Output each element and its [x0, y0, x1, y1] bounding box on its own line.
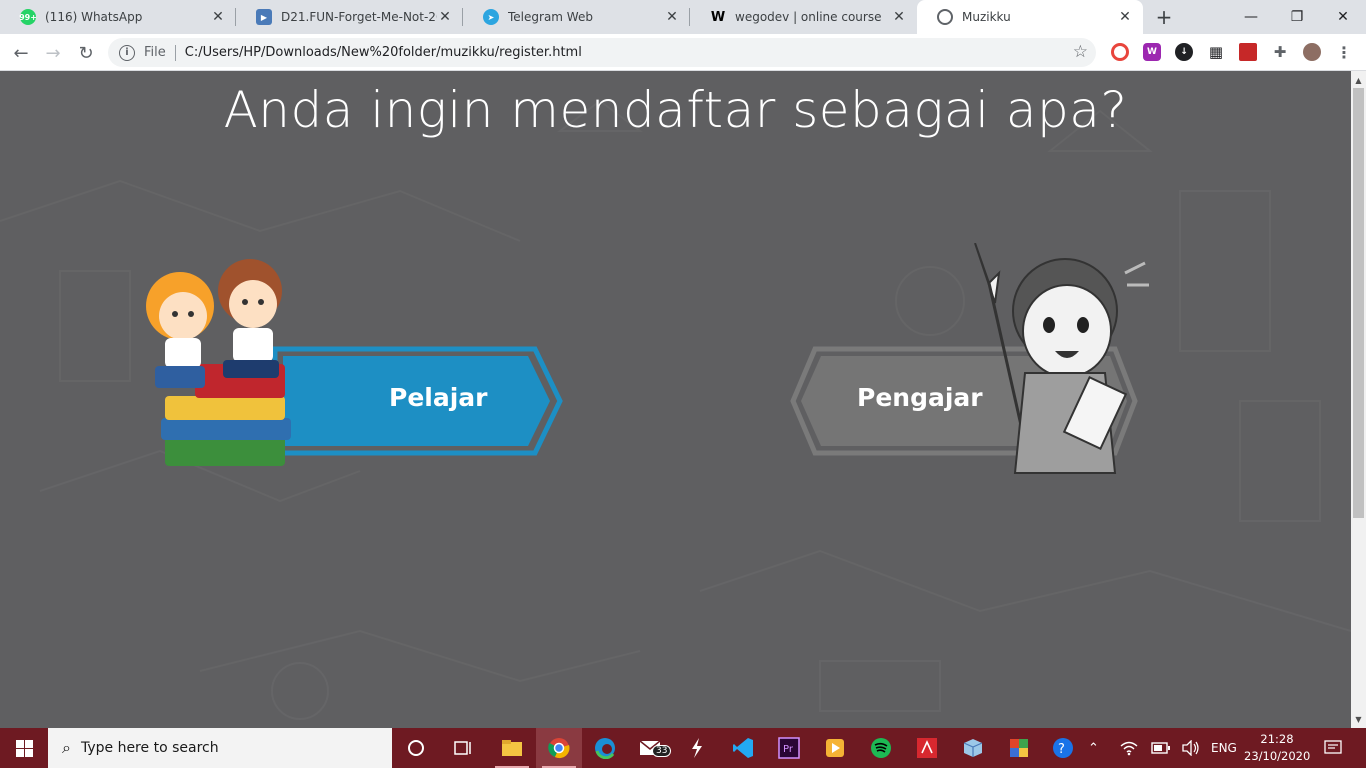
- role-label-pengajar: Pengajar: [857, 383, 983, 412]
- url-text[interactable]: C:/Users/HP/Downloads/New%20folder/muzik…: [185, 45, 582, 60]
- windows-logo-icon: [15, 739, 33, 757]
- role-label-pelajar: Pelajar: [389, 383, 488, 412]
- back-button[interactable]: ←: [7, 39, 35, 67]
- minimize-button[interactable]: —: [1228, 0, 1274, 34]
- mail-icon[interactable]: 33: [628, 728, 674, 768]
- address-bar[interactable]: i File C:/Users/HP/Downloads/New%20folde…: [108, 38, 1096, 67]
- tab-title: wegodev | online course: [735, 10, 882, 24]
- puzzle-extensions-icon[interactable]: ✚: [1271, 43, 1289, 61]
- reload-button[interactable]: ↻: [72, 39, 100, 67]
- task-view-icon[interactable]: [440, 728, 486, 768]
- acrobat-icon[interactable]: [904, 728, 950, 768]
- tab-title: Muzikku: [962, 10, 1011, 24]
- scroll-down-icon[interactable]: ▼: [1351, 712, 1366, 726]
- close-icon[interactable]: ✕: [210, 9, 226, 25]
- red-extension-icon[interactable]: [1239, 43, 1257, 61]
- chrome-menu-icon[interactable]: ⋮: [1335, 43, 1353, 62]
- close-icon[interactable]: ✕: [1117, 9, 1133, 25]
- bookmark-star-icon[interactable]: ☆: [1073, 42, 1088, 62]
- battery-icon[interactable]: [1151, 728, 1171, 768]
- browser-tab-strip: 99+ (116) WhatsApp ✕ ▶ D21.FUN-Forget-Me…: [0, 0, 1366, 34]
- taskbar-clock[interactable]: 21:28 23/10/2020: [1244, 731, 1310, 765]
- tab-title: (116) WhatsApp: [45, 10, 143, 24]
- vscode-icon[interactable]: [720, 728, 766, 768]
- scrollbar-thumb[interactable]: [1353, 88, 1364, 518]
- restore-button[interactable]: ❐: [1274, 0, 1320, 34]
- mail-badge: 33: [652, 745, 672, 757]
- search-placeholder: Type here to search: [80, 740, 219, 756]
- teacher-illustration: [974, 243, 1149, 474]
- windows-taskbar: ⌕ Type here to search 33 Pr ? ⌃ ENG 21:2…: [0, 728, 1366, 768]
- start-button[interactable]: [0, 728, 48, 768]
- browser-toolbar: ← → ↻ i File C:/Users/HP/Downloads/New%2…: [0, 34, 1366, 71]
- w-logo-icon: W: [710, 9, 726, 25]
- close-icon[interactable]: ✕: [664, 9, 680, 25]
- students-on-books-illustration: [146, 259, 291, 466]
- register-page: Anda ingin mendaftar sebagai apa? Pelaja…: [0, 71, 1351, 728]
- close-window-button[interactable]: ✕: [1320, 0, 1366, 34]
- purple-extension-icon[interactable]: W: [1143, 43, 1161, 61]
- help-icon[interactable]: ?: [1052, 728, 1074, 768]
- cortana-icon[interactable]: [393, 728, 439, 768]
- tab-title: D21.FUN-Forget-Me-Not-2015: [281, 10, 437, 24]
- divider: [174, 44, 176, 61]
- close-icon[interactable]: ✕: [891, 9, 907, 25]
- tab-title: Telegram Web: [508, 10, 593, 24]
- chrome-icon[interactable]: [536, 728, 582, 768]
- volume-icon[interactable]: [1181, 728, 1201, 768]
- edge-icon[interactable]: [582, 728, 628, 768]
- forward-button[interactable]: →: [39, 39, 67, 67]
- svg-text:Pr: Pr: [783, 744, 794, 755]
- info-icon[interactable]: i: [119, 44, 135, 61]
- file-explorer-icon[interactable]: [489, 728, 535, 768]
- spotify-icon[interactable]: [858, 728, 904, 768]
- show-hidden-icons[interactable]: ⌃: [1088, 728, 1099, 768]
- globe-icon: [937, 9, 953, 25]
- language-indicator[interactable]: ENG: [1211, 728, 1237, 768]
- box-app-icon[interactable]: [950, 728, 996, 768]
- taskbar-search[interactable]: ⌕ Type here to search: [48, 728, 392, 768]
- role-button-pelajar[interactable]: Pelajar: [125, 246, 570, 481]
- close-icon[interactable]: ✕: [437, 9, 453, 25]
- role-button-pengajar[interactable]: Pengajar: [785, 243, 1165, 483]
- video-icon: ▶: [256, 9, 272, 25]
- svg-text:?: ?: [1058, 742, 1065, 757]
- tab-whatsapp[interactable]: 99+ (116) WhatsApp ✕: [0, 0, 236, 34]
- tab-video[interactable]: ▶ D21.FUN-Forget-Me-Not-2015 ✕: [236, 0, 463, 34]
- record-extension-icon[interactable]: [1111, 43, 1129, 61]
- winrar-icon[interactable]: [996, 728, 1042, 768]
- page-title: Anda ingin mendaftar sebagai apa?: [223, 81, 1128, 139]
- tab-muzikku[interactable]: Muzikku ✕: [917, 0, 1143, 34]
- premiere-icon[interactable]: Pr: [766, 728, 812, 768]
- clock-date: 23/10/2020: [1244, 749, 1311, 763]
- profile-avatar-icon[interactable]: [1303, 43, 1321, 61]
- whatsapp-icon: 99+: [19, 9, 37, 25]
- notification-center-icon[interactable]: [1323, 728, 1343, 768]
- scheme-label: File: [144, 45, 166, 60]
- wifi-icon[interactable]: [1120, 728, 1138, 768]
- telegram-icon: ➤: [483, 9, 499, 25]
- search-icon: ⌕: [62, 738, 71, 757]
- unknown-app-icon[interactable]: [674, 728, 720, 768]
- media-player-icon[interactable]: [812, 728, 858, 768]
- new-tab-button[interactable]: +: [1152, 5, 1176, 29]
- grid-extension-icon[interactable]: ▦: [1207, 43, 1225, 61]
- clock-time: 21:28: [1260, 732, 1294, 746]
- scroll-up-icon[interactable]: ▲: [1351, 73, 1366, 87]
- download-extension-icon[interactable]: ↓: [1175, 43, 1193, 61]
- tab-wegodev[interactable]: W wegodev | online course ✕: [690, 0, 917, 34]
- tab-telegram[interactable]: ➤ Telegram Web ✕: [463, 0, 690, 34]
